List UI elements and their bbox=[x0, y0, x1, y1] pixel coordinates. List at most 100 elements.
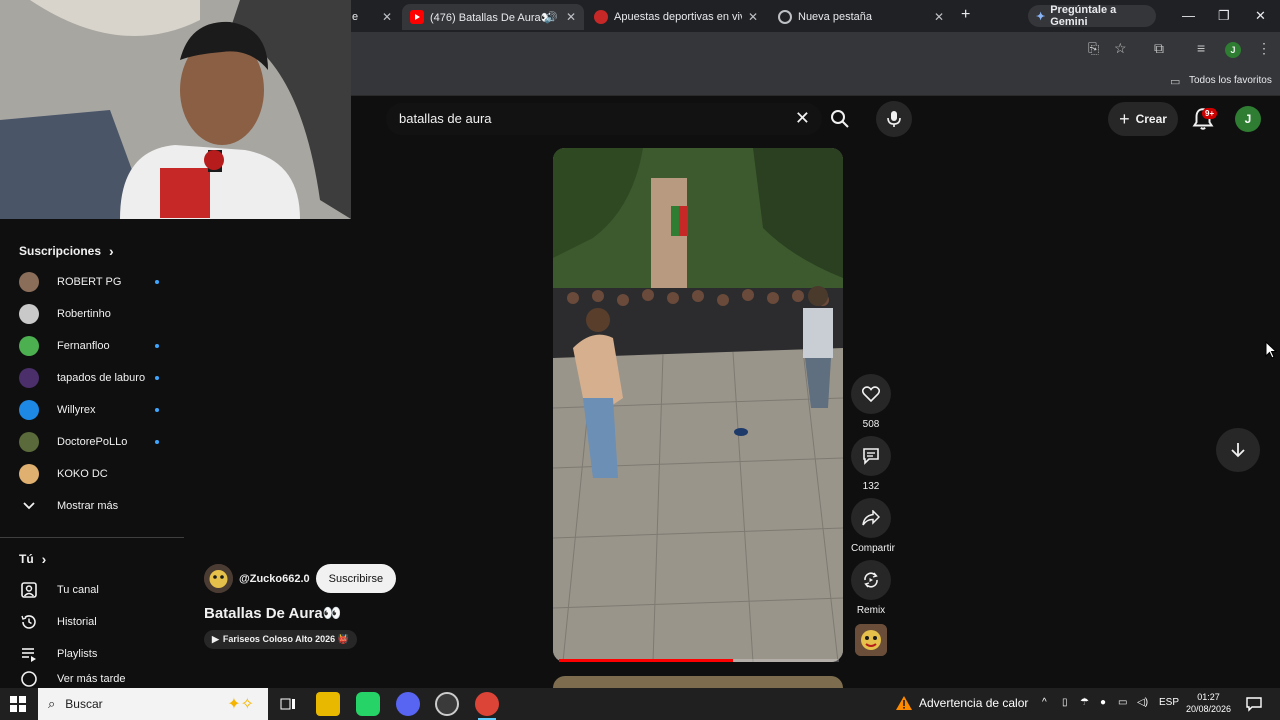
like-action[interactable]: 508 bbox=[851, 374, 891, 430]
close-tab-icon[interactable]: ✕ bbox=[566, 10, 576, 24]
close-tab-icon[interactable]: ✕ bbox=[934, 10, 944, 24]
antivirus-icon[interactable]: ☂ bbox=[1080, 697, 1089, 708]
close-tab-icon[interactable]: ✕ bbox=[382, 10, 392, 24]
microphone-tray-icon[interactable]: ● bbox=[1100, 697, 1106, 708]
clear-search-icon[interactable]: ✕ bbox=[795, 108, 810, 129]
sidebar-item-doctorepollo[interactable]: DoctorePoLLo bbox=[0, 426, 184, 458]
comment-button[interactable] bbox=[851, 436, 891, 476]
remix-action[interactable]: Remix bbox=[851, 560, 891, 616]
sidebar-item-koko-dc[interactable]: KOKO DC bbox=[0, 458, 184, 490]
language-indicator[interactable]: ESP bbox=[1159, 697, 1179, 708]
restore-icon[interactable]: ❐ bbox=[1218, 8, 1230, 24]
whatsapp-icon[interactable] bbox=[356, 692, 380, 716]
account-avatar[interactable]: J bbox=[1235, 106, 1261, 132]
close-window-icon[interactable]: ✕ bbox=[1255, 8, 1266, 24]
notifications-center-icon[interactable] bbox=[1246, 696, 1262, 717]
obs-studio-icon[interactable] bbox=[435, 692, 459, 716]
sound-thumbnail[interactable] bbox=[855, 624, 887, 656]
extensions-icon[interactable]: ⧉ bbox=[1154, 40, 1164, 57]
chrome-icon[interactable] bbox=[475, 692, 499, 716]
media-control-icon[interactable]: ≡ bbox=[1197, 40, 1205, 56]
taskbar-search[interactable]: ⌕ Buscar ✦✧ bbox=[38, 688, 268, 720]
install-app-icon[interactable]: ⎘ bbox=[1088, 40, 1099, 57]
like-button[interactable] bbox=[851, 374, 891, 414]
channel-handle[interactable]: @Zucko662.0 bbox=[239, 573, 310, 585]
task-view-icon[interactable] bbox=[276, 692, 300, 716]
file-explorer-icon[interactable] bbox=[316, 692, 340, 716]
chrome-favicon-icon bbox=[778, 10, 792, 24]
sidebar-item-label: Tu canal bbox=[57, 584, 99, 596]
speaker-icon[interactable]: 🔊 bbox=[544, 11, 558, 24]
sound-link[interactable]: ▶ Fariseos Coloso Alto 2026 👹 bbox=[204, 630, 357, 649]
sidebar-item-robertinho[interactable]: Robertinho bbox=[0, 298, 184, 330]
battery-icon[interactable]: ▯ bbox=[1062, 697, 1068, 708]
channel-avatar bbox=[19, 272, 39, 292]
share-label: Compartir bbox=[851, 543, 895, 554]
short-video-player[interactable] bbox=[553, 148, 843, 662]
new-content-dot bbox=[155, 408, 159, 412]
close-tab-icon[interactable]: ✕ bbox=[748, 10, 758, 24]
sidebar-item-label: Ver más tarde bbox=[57, 673, 126, 685]
windows-start-icon[interactable] bbox=[10, 696, 26, 717]
tab-youtube-active[interactable]: (476) Batallas De Aura👀 🔊 ✕ bbox=[402, 4, 584, 30]
sidebar-item-your-channel[interactable]: Tu canal bbox=[0, 574, 184, 606]
search-box[interactable]: batallas de aura ✕ bbox=[386, 103, 822, 135]
tab-title: Apuestas deportivas en vivo | bbox=[614, 11, 742, 23]
you-heading[interactable]: Tú › bbox=[19, 551, 46, 567]
weather-widget[interactable]: Advertencia de calor bbox=[895, 695, 1028, 711]
microphone-icon bbox=[887, 111, 901, 127]
show-hidden-icons-icon[interactable]: ^ bbox=[1042, 697, 1047, 708]
network-icon[interactable]: ▭ bbox=[1118, 697, 1127, 708]
video-progress-bar[interactable] bbox=[559, 659, 839, 662]
sidebar-item-label: ROBERT PG bbox=[57, 276, 122, 288]
sidebar-item-label: Historial bbox=[57, 616, 97, 628]
show-more-button[interactable]: Mostrar más bbox=[0, 490, 184, 522]
webcam-overlay bbox=[0, 0, 351, 219]
sidebar-divider bbox=[0, 537, 184, 538]
sidebar-item-label: tapados de laburo bbox=[57, 372, 146, 384]
search-input[interactable]: batallas de aura bbox=[399, 111, 492, 126]
share-action[interactable]: Compartir bbox=[851, 498, 895, 554]
browser-menu-icon[interactable]: ⋮ bbox=[1257, 40, 1271, 57]
tab-new-tab[interactable]: Nueva pestaña ✕ bbox=[770, 4, 952, 30]
sidebar-item-fernanfloo[interactable]: Fernanfloo bbox=[0, 330, 184, 362]
sidebar-item-label: DoctorePoLLo bbox=[57, 436, 128, 448]
subscriptions-heading[interactable]: Suscripciones › bbox=[19, 243, 114, 259]
remix-button[interactable] bbox=[851, 560, 891, 600]
search-button[interactable] bbox=[822, 103, 858, 135]
tab-previous[interactable]: e ✕ bbox=[344, 4, 400, 30]
video-frame-image bbox=[553, 148, 843, 662]
bookmark-star-icon[interactable]: ☆ bbox=[1114, 40, 1127, 57]
minimize-icon[interactable]: — bbox=[1182, 8, 1195, 23]
new-tab-plus-icon[interactable]: + bbox=[961, 6, 970, 24]
gemini-button[interactable]: ✦ Pregúntale a Gemini bbox=[1028, 4, 1156, 28]
share-button[interactable] bbox=[851, 498, 891, 538]
subscribe-button[interactable]: Suscribirse bbox=[315, 564, 397, 593]
sidebar-item-robert-pg[interactable]: ROBERT PG bbox=[0, 266, 184, 298]
volume-icon[interactable]: ◁) bbox=[1137, 697, 1148, 708]
windows-taskbar: ⌕ Buscar ✦✧ Advertencia de calor ^ ▯ ☂ ●… bbox=[0, 688, 1280, 720]
show-more-label: Mostrar más bbox=[57, 500, 119, 512]
system-clock[interactable]: 01:27 20/08/2026 bbox=[1186, 691, 1231, 715]
sidebar-item-playlists[interactable]: Playlists bbox=[0, 638, 184, 670]
tab-apuestas[interactable]: Apuestas deportivas en vivo | ✕ bbox=[586, 4, 766, 30]
create-button[interactable]: + Crear bbox=[1108, 102, 1178, 136]
channel-icon bbox=[19, 580, 39, 600]
sidebar-item-label: Playlists bbox=[57, 648, 98, 660]
next-short-button[interactable] bbox=[1216, 428, 1260, 472]
sidebar-item-willyrex[interactable]: Willyrex bbox=[0, 394, 184, 426]
channel-avatar bbox=[19, 432, 39, 452]
sidebar-item-history[interactable]: Historial bbox=[0, 606, 184, 638]
comment-action[interactable]: 132 bbox=[851, 436, 891, 492]
sidebar-item-watch-later[interactable]: Ver más tarde bbox=[0, 670, 184, 688]
arrow-down-icon bbox=[1231, 443, 1245, 458]
chevron-right-icon: › bbox=[109, 243, 114, 259]
discord-icon[interactable] bbox=[396, 692, 420, 716]
channel-avatar[interactable] bbox=[204, 564, 233, 593]
voice-search-button[interactable] bbox=[876, 101, 912, 137]
channel-avatar bbox=[19, 336, 39, 356]
sidebar-item-tapados-de-laburo[interactable]: tapados de laburo bbox=[0, 362, 184, 394]
all-bookmarks-link[interactable]: Todos los favoritos bbox=[1189, 75, 1272, 86]
remix-icon bbox=[864, 572, 878, 588]
profile-avatar[interactable]: J bbox=[1225, 42, 1241, 58]
